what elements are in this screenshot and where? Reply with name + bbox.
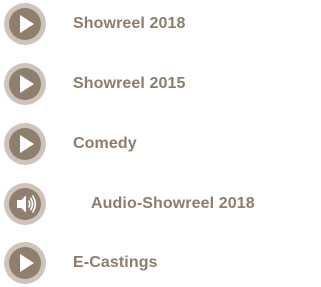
item-label: Audio-Showreel 2018	[91, 195, 255, 212]
speaker-icon	[3, 182, 47, 226]
play-icon	[3, 2, 47, 46]
list-item-e-castings[interactable]: E-Castings	[0, 239, 321, 287]
play-icon	[3, 62, 47, 106]
play-icon	[3, 122, 47, 166]
item-label: Comedy	[73, 135, 137, 152]
list-item-showreel-2015[interactable]: Showreel 2015	[0, 60, 321, 108]
media-list: Showreel 2018 Showreel 2015 Comedy Audio…	[0, 0, 321, 286]
play-icon	[3, 241, 47, 285]
item-label: Showreel 2015	[73, 75, 186, 92]
list-item-audio-showreel-2018[interactable]: Audio-Showreel 2018	[0, 180, 321, 228]
item-label: Showreel 2018	[73, 15, 186, 32]
list-item-showreel-2018[interactable]: Showreel 2018	[0, 0, 321, 48]
item-label: E-Castings	[73, 254, 158, 271]
list-item-comedy[interactable]: Comedy	[0, 120, 321, 168]
